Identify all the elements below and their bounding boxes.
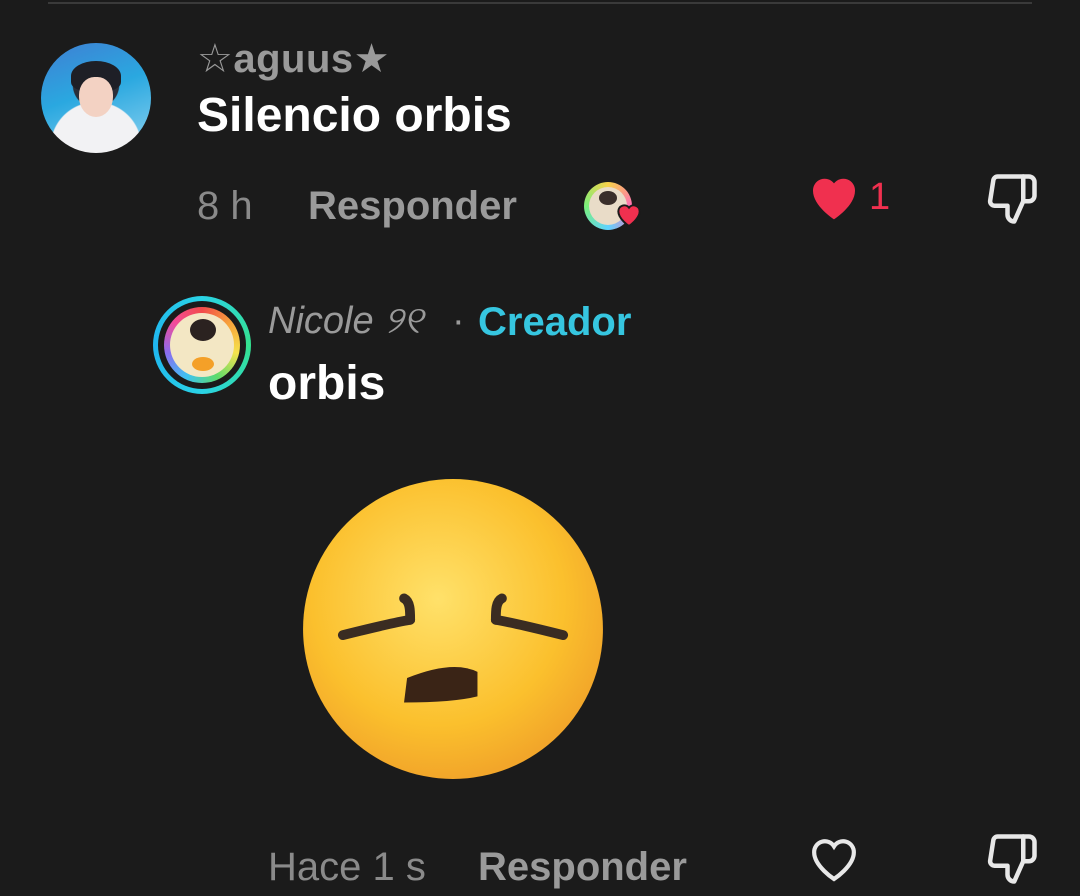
like-count: 1: [869, 176, 891, 218]
reply-button[interactable]: Responder: [478, 845, 687, 890]
comment-text: orbis: [268, 357, 386, 410]
comment-text: Silencio orbis: [197, 89, 512, 142]
avatar[interactable]: [41, 43, 151, 153]
creator-heart-icon: [617, 204, 641, 228]
separator-dot: ·: [452, 300, 465, 342]
creator-badge: Creador: [478, 300, 632, 344]
comment-timestamp: 8 h: [197, 184, 253, 228]
avatar[interactable]: [164, 307, 240, 383]
comment-username[interactable]: Nicole ୨୧: [268, 300, 423, 343]
comment-timestamp: Hace 1 s: [268, 845, 426, 889]
weary-face-emoji: [303, 479, 603, 779]
heart-icon[interactable]: [806, 170, 862, 222]
thumbs-down-icon[interactable]: [984, 832, 1040, 886]
heart-outline-icon[interactable]: [806, 832, 862, 884]
comment-username[interactable]: ☆aguus★: [197, 36, 390, 82]
top-divider: [48, 2, 1032, 4]
reply-button[interactable]: Responder: [308, 184, 517, 229]
avatar-face: [79, 77, 113, 117]
thumbs-down-icon[interactable]: [984, 172, 1040, 226]
